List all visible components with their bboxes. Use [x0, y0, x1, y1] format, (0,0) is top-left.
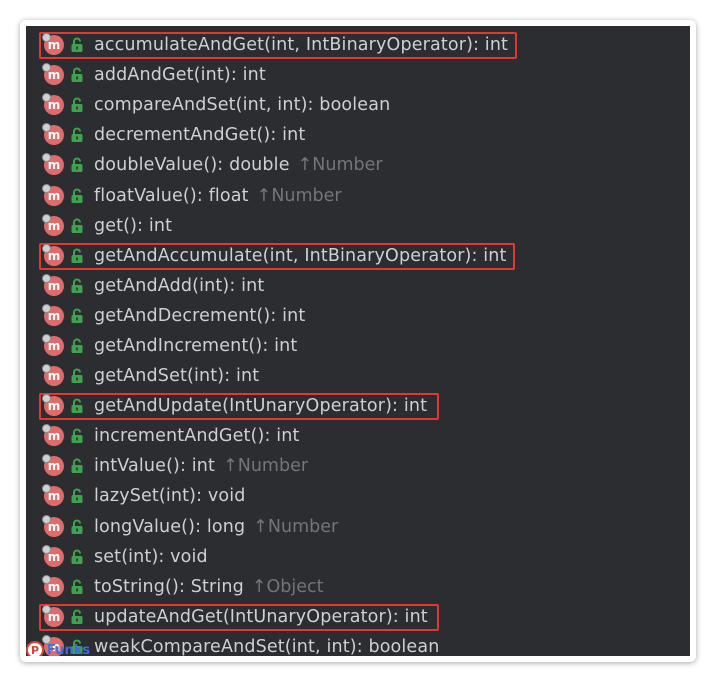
method-list: m accumulateAndGet(int, IntBinaryOperator…: [26, 30, 690, 656]
method-icon: m: [42, 364, 64, 387]
method-row[interactable]: m getAndAdd(int): int: [26, 271, 690, 301]
method-row[interactable]: m lazySet(int): void: [26, 481, 690, 511]
method-signature: getAndUpdate(IntUnaryOperator): int: [94, 396, 428, 417]
public-lock-icon: [71, 67, 83, 83]
method-row[interactable]: m toString(): String ↑Object: [26, 572, 690, 602]
method-row[interactable]: m decrementAndGet(): int: [26, 120, 690, 150]
method-signature: intValue(): int: [94, 456, 216, 477]
method-icon: m: [42, 153, 64, 176]
public-lock-icon: [71, 37, 83, 53]
watermark-text: Funks: [47, 642, 91, 657]
method-signature: lazySet(int): void: [94, 486, 246, 507]
method-row[interactable]: m intValue(): int ↑Number: [26, 451, 690, 481]
method-signature: incrementAndGet(): int: [94, 426, 300, 447]
method-signature: set(int): void: [94, 546, 208, 567]
method-icon: m: [42, 454, 64, 477]
public-lock-icon: [71, 157, 83, 173]
method-signature: floatValue(): float: [94, 185, 249, 206]
method-signature: weakCompareAndSet(int, int): boolean: [94, 636, 440, 656]
public-lock-icon: [71, 248, 83, 263]
method-signature: get(): int: [94, 215, 173, 236]
method-row[interactable]: m set(int): void: [26, 542, 690, 572]
method-signature: getAndAccumulate(int, IntBinaryOperator)…: [94, 245, 507, 266]
method-row[interactable]: m doubleValue(): double ↑Number: [26, 150, 690, 180]
inherited-from-label: ↑Number: [256, 185, 342, 206]
method-signature: longValue(): long: [94, 516, 246, 537]
public-lock-icon: [71, 428, 83, 444]
method-signature: doubleValue(): double: [94, 155, 290, 176]
inherited-from-label: ↑Number: [297, 155, 383, 176]
inherited-from-label: ↑Number: [223, 456, 309, 477]
method-icon: m: [42, 63, 64, 86]
method-signature: addAndGet(int): int: [94, 65, 266, 86]
method-icon: m: [42, 33, 64, 56]
method-row[interactable]: m longValue(): long ↑Number: [26, 512, 690, 542]
watermark: P Funks: [26, 641, 90, 656]
public-lock-icon: [71, 398, 83, 414]
public-lock-icon: [71, 188, 83, 203]
method-signature: getAndDecrement(): int: [94, 305, 306, 326]
method-icon: m: [42, 243, 64, 266]
method-signature: compareAndSet(int, int): boolean: [94, 95, 391, 116]
public-lock-icon: [71, 519, 83, 534]
method-signature: getAndSet(int): int: [94, 366, 260, 387]
inherited-from-label: ↑Object: [251, 576, 324, 597]
method-icon: m: [42, 394, 64, 417]
public-lock-icon: [71, 579, 83, 594]
public-lock-icon: [71, 97, 83, 113]
method-signature: getAndIncrement(): int: [94, 335, 298, 356]
method-row[interactable]: m getAndAccumulate(int, IntBinaryOperator…: [26, 241, 690, 271]
method-row[interactable]: m getAndIncrement(): int: [26, 331, 690, 361]
structure-popup: m accumulateAndGet(int, IntBinaryOperator…: [26, 26, 690, 656]
method-icon: m: [42, 123, 64, 146]
method-icon: m: [42, 574, 64, 597]
method-icon: m: [42, 484, 64, 507]
method-icon: m: [42, 273, 64, 296]
method-signature: decrementAndGet(): int: [94, 125, 306, 146]
method-icon: m: [42, 544, 64, 567]
method-row[interactable]: m getAndUpdate(IntUnaryOperator): int: [26, 391, 690, 421]
method-row[interactable]: m get(): int: [26, 211, 690, 241]
public-lock-icon: [71, 489, 83, 504]
public-lock-icon: [71, 458, 83, 474]
method-row[interactable]: m weakCompareAndSet(int, int): boolean: [26, 632, 690, 656]
public-lock-icon: [71, 549, 83, 564]
method-signature: accumulateAndGet(int, IntBinaryOperator)…: [94, 35, 509, 56]
screenshot-frame: m accumulateAndGet(int, IntBinaryOperator…: [20, 20, 696, 662]
public-lock-icon: [71, 218, 83, 233]
method-row[interactable]: m incrementAndGet(): int: [26, 421, 690, 451]
method-icon: m: [42, 424, 64, 447]
public-lock-icon: [71, 308, 83, 323]
method-row[interactable]: m getAndSet(int): int: [26, 361, 690, 391]
public-lock-icon: [71, 368, 83, 384]
public-lock-icon: [71, 338, 83, 353]
watermark-logo-icon: P: [26, 641, 44, 656]
method-row[interactable]: m getAndDecrement(): int: [26, 301, 690, 331]
method-row[interactable]: m floatValue(): float ↑Number: [26, 180, 690, 210]
method-row[interactable]: m accumulateAndGet(int, IntBinaryOperator…: [26, 30, 690, 60]
method-row[interactable]: m updateAndGet(IntUnaryOperator): int: [26, 602, 690, 632]
public-lock-icon: [71, 127, 83, 143]
method-icon: m: [42, 213, 64, 236]
method-icon: m: [42, 514, 64, 537]
method-icon: m: [42, 333, 64, 356]
method-signature: updateAndGet(IntUnaryOperator): int: [94, 606, 428, 627]
method-row[interactable]: m addAndGet(int): int: [26, 60, 690, 90]
method-signature: toString(): String: [94, 576, 244, 597]
public-lock-icon: [71, 278, 83, 293]
method-icon: m: [42, 303, 64, 326]
method-icon: m: [42, 604, 64, 627]
method-icon: m: [42, 183, 64, 206]
method-signature: getAndAdd(int): int: [94, 275, 265, 296]
inherited-from-label: ↑Number: [253, 516, 339, 537]
method-row[interactable]: m compareAndSet(int, int): boolean: [26, 90, 690, 120]
public-lock-icon: [71, 609, 83, 624]
method-icon: m: [42, 93, 64, 116]
